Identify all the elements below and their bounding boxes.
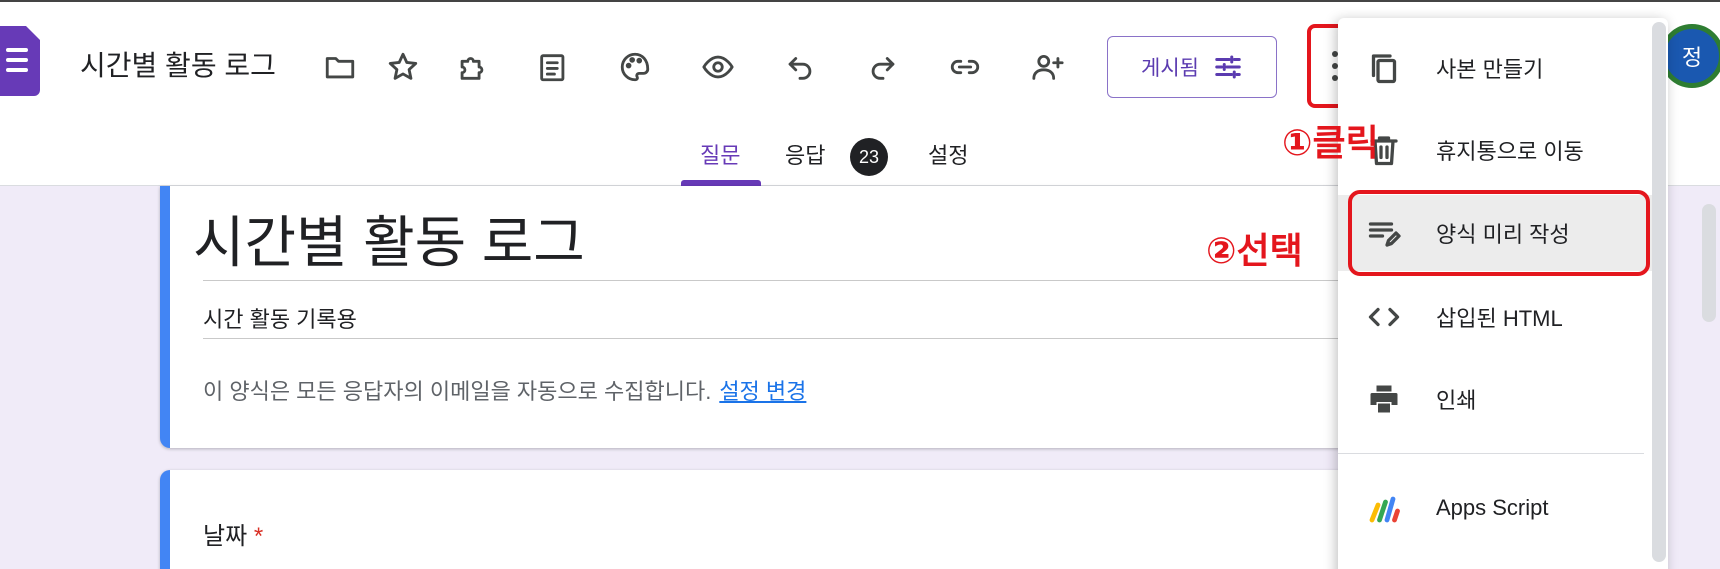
link-icon[interactable] (940, 42, 990, 92)
tab-questions[interactable]: 질문 (700, 138, 740, 170)
menu-item-embed-html[interactable]: 삽입된 HTML (1338, 279, 1658, 355)
responses-count-badge: 23 (850, 138, 888, 176)
menu-item-label: 인쇄 (1436, 388, 1477, 413)
question-label: 날짜 (203, 523, 248, 550)
required-asterisk: * (253, 523, 264, 550)
customize-icon[interactable] (528, 42, 578, 92)
menu-item-print[interactable]: 인쇄 (1338, 361, 1658, 437)
form-description[interactable]: 시간 활동 기록용 (203, 302, 357, 334)
menu-item-label: 사본 만들기 (1436, 57, 1544, 82)
menu-item-label: 휴지통으로 이동 (1436, 139, 1584, 164)
question-title[interactable]: 날짜 * (203, 516, 263, 551)
star-icon[interactable] (378, 42, 428, 92)
selection-highlight-box (1348, 190, 1650, 276)
form-title[interactable]: 시간별 활동 로그 (193, 198, 585, 279)
palette-icon[interactable] (610, 42, 660, 92)
apps-script-icon (1364, 488, 1404, 528)
question-card[interactable] (160, 470, 1360, 569)
copy-icon (1364, 48, 1404, 88)
menu-item-label: 삽입된 HTML (1436, 306, 1563, 331)
folder-icon[interactable] (315, 42, 365, 92)
publish-button[interactable]: 게시됨 (1107, 36, 1277, 98)
tab-settings[interactable]: 설정 (928, 138, 968, 170)
email-collection-notice: 이 양식은 모든 응답자의 이메일을 자동으로 수집합니다. 설정 변경 (203, 374, 806, 406)
avatar[interactable]: 정 (1660, 24, 1720, 88)
description-divider (203, 338, 1343, 339)
menu-scrollbar[interactable] (1652, 22, 1666, 562)
print-icon (1364, 379, 1404, 419)
google-forms-logo-icon[interactable] (0, 26, 40, 96)
page-scrollbar[interactable] (1702, 204, 1716, 322)
preview-icon[interactable] (693, 42, 743, 92)
annotation-step2: ②선택 (1206, 230, 1303, 271)
menu-item-make-copy[interactable]: 사본 만들기 (1338, 30, 1658, 106)
undo-icon[interactable] (775, 42, 825, 92)
menu-item-apps-script[interactable]: Apps Script (1338, 470, 1658, 546)
redo-icon[interactable] (858, 42, 908, 92)
tune-icon (1215, 55, 1241, 79)
title-divider (203, 280, 1343, 281)
tab-responses[interactable]: 응답 (785, 138, 825, 170)
menu-item-move-to-trash[interactable]: 휴지통으로 이동 (1338, 112, 1658, 188)
code-icon (1364, 297, 1404, 337)
document-title[interactable]: 시간별 활동 로그 (80, 44, 276, 84)
annotation-step1: ①클릭 (1282, 122, 1379, 163)
publish-label: 게시됨 (1141, 57, 1199, 80)
add-collaborator-icon[interactable] (1023, 42, 1073, 92)
addon-icon[interactable] (447, 42, 497, 92)
change-settings-link[interactable]: 설정 변경 (719, 379, 806, 404)
notice-text: 이 양식은 모든 응답자의 이메일을 자동으로 수집합니다. (203, 379, 712, 404)
menu-divider (1338, 453, 1644, 454)
menu-item-label: Apps Script (1436, 495, 1549, 520)
